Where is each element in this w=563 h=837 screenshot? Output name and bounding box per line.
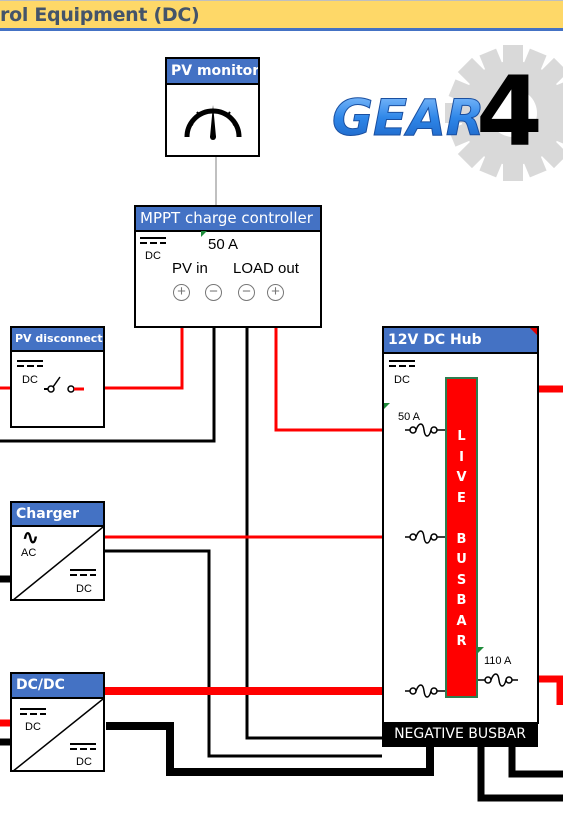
dc-symbol-icon — [140, 237, 166, 245]
hub-title: 12V DC Hub — [384, 328, 537, 354]
charger-box[interactable]: Charger ∿ AC DC — [10, 501, 105, 601]
load-positive-terminal[interactable]: + — [267, 284, 284, 301]
negative-busbar[interactable]: NEGATIVE BUSBAR — [382, 722, 538, 747]
pv-in-label: PV in — [172, 260, 208, 277]
load-out-label: LOAD out — [233, 260, 299, 277]
pv-positive-terminal[interactable]: + — [173, 284, 190, 301]
dcdc-out-label: DC — [76, 756, 92, 768]
dcdc-converter-box[interactable]: DC/DC DC DC — [10, 672, 105, 772]
mppt-title: MPPT charge controller — [136, 207, 320, 232]
load-negative-terminal[interactable]: − — [238, 284, 255, 301]
live-busbar[interactable]: L I V E B U S B A R — [445, 377, 478, 698]
comment-marker-icon — [478, 647, 484, 653]
pv-monitor-box[interactable]: PV monitor — [165, 57, 260, 157]
fuse-rating-1: 50 A — [398, 411, 421, 423]
charger-title: Charger — [12, 503, 103, 527]
dc-symbol-icon — [20, 708, 46, 716]
comment-marker-icon — [530, 328, 537, 335]
comment-marker-icon — [201, 231, 207, 237]
pv-negative-terminal[interactable]: − — [205, 284, 222, 301]
pv-monitor-title: PV monitor — [167, 59, 258, 85]
dcdc-in-label: DC — [25, 721, 41, 733]
pv-disconnect-box[interactable]: PV disconnect DC — [10, 326, 105, 428]
gauge-icon — [184, 105, 242, 140]
dcdc-title: DC/DC — [12, 674, 103, 699]
dc-symbol-icon — [389, 360, 415, 368]
pv-disconnect-dc-label: DC — [22, 374, 38, 386]
comment-marker-icon — [384, 403, 390, 409]
mppt-dc-label: DC — [145, 250, 161, 262]
mppt-controller-box[interactable]: MPPT charge controller DC 50 A PV in LOA… — [134, 205, 322, 328]
dc-symbol-icon — [70, 569, 96, 577]
mppt-rating: 50 A — [208, 236, 239, 253]
charger-dc-label: DC — [76, 583, 92, 595]
charger-ac-label: AC — [21, 547, 37, 559]
negative-output-wire-2 — [508, 747, 563, 778]
pv-disconnect-title: PV disconnect — [12, 328, 103, 352]
live-busbar-label: L I V E B U S B A R — [456, 429, 467, 649]
dc-symbol-icon — [70, 743, 96, 751]
switch-icon[interactable] — [44, 373, 94, 397]
dc-symbol-icon — [17, 360, 43, 368]
main-fuse-rating: 110 A — [484, 655, 512, 667]
load-negative-wire — [245, 300, 382, 740]
hub-dc-label: DC — [394, 374, 410, 386]
